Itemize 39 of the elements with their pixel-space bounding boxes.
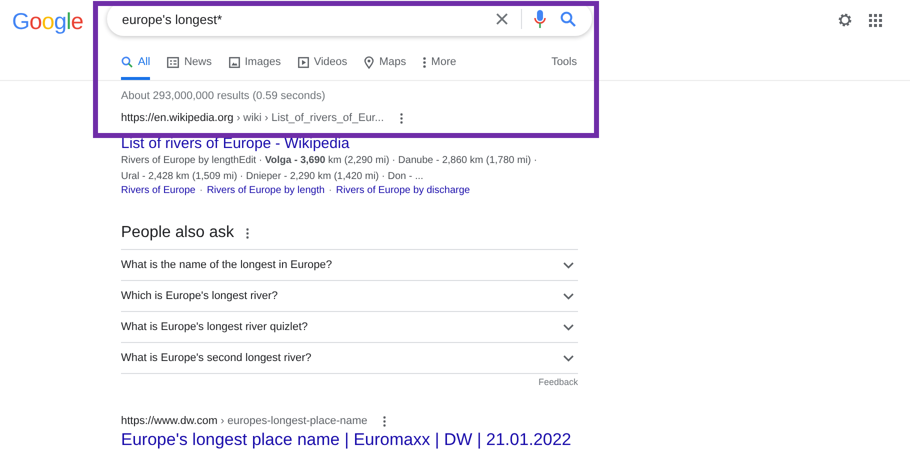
- result-title-link[interactable]: List of rivers of Europe - Wikipedia: [121, 136, 350, 152]
- separator-dot: ·: [199, 185, 203, 196]
- close-icon[interactable]: [495, 12, 509, 26]
- search-icon[interactable]: [560, 11, 576, 27]
- separator-dot: ·: [328, 185, 332, 196]
- question-item[interactable]: What is Europe's second longest river?: [121, 343, 578, 374]
- tab[interactable]: More: [423, 44, 456, 80]
- result-snippet: Rivers of Europe by lengthEdit · Volga - 3,690 km (2,290 mi) · Danube - 2,860 km (1,780 mi) · Ural - 2,428 km (1,509 mi) · Dnieper - 2,290 km (1,420 mi) · Don - ...: [121, 154, 538, 184]
- result-url: https://en.wikipedia.org › wiki › List_of_rivers_of_Eur...: [121, 112, 384, 124]
- tab[interactable]: Maps: [364, 44, 406, 80]
- tab[interactable]: News: [167, 44, 212, 80]
- question-item[interactable]: Which is Europe's longest river?: [121, 281, 578, 312]
- result-url: https://www.dw.com › europes-longest-place-name: [121, 415, 368, 427]
- sitelink[interactable]: Rivers of Europe: [121, 185, 196, 196]
- google-logo[interactable]: Google: [12, 8, 94, 34]
- search-icon: [121, 56, 133, 68]
- more-options-icon[interactable]: [246, 228, 249, 238]
- sitelink[interactable]: Rivers of Europe by length: [206, 185, 325, 196]
- newspaper-icon: [167, 56, 180, 68]
- sitelink[interactable]: Rivers of Europe by discharge: [336, 185, 470, 196]
- more-options-icon: [423, 56, 426, 68]
- image-icon: [228, 56, 240, 68]
- settings-icon[interactable]: [837, 12, 853, 28]
- question-item[interactable]: What is the name of the longest in Europe?: [121, 250, 578, 281]
- tab[interactable]: Images: [228, 44, 281, 80]
- tools-tab[interactable]: Tools: [551, 56, 577, 68]
- question-item[interactable]: What is Europe's longest river quizlet?: [121, 312, 578, 343]
- more-options-icon[interactable]: [400, 112, 403, 124]
- result-stats: About 293,000,000 results (0.59 seconds): [121, 90, 326, 102]
- section-heading: People also ask: [121, 224, 234, 242]
- apps-grid-icon[interactable]: [869, 14, 882, 26]
- result-title-link[interactable]: Europe's longest place name | Euromaxx | DW | 21.01.2022: [121, 430, 572, 450]
- play-icon: [298, 56, 309, 68]
- more-options-icon[interactable]: [383, 416, 386, 426]
- map-pin-icon: [364, 56, 374, 68]
- microphone-icon[interactable]: [534, 10, 546, 28]
- tab[interactable]: Videos: [298, 44, 348, 80]
- search-field[interactable]: europe's longest*: [107, 2, 592, 36]
- feedback-link[interactable]: Feedback: [538, 377, 578, 387]
